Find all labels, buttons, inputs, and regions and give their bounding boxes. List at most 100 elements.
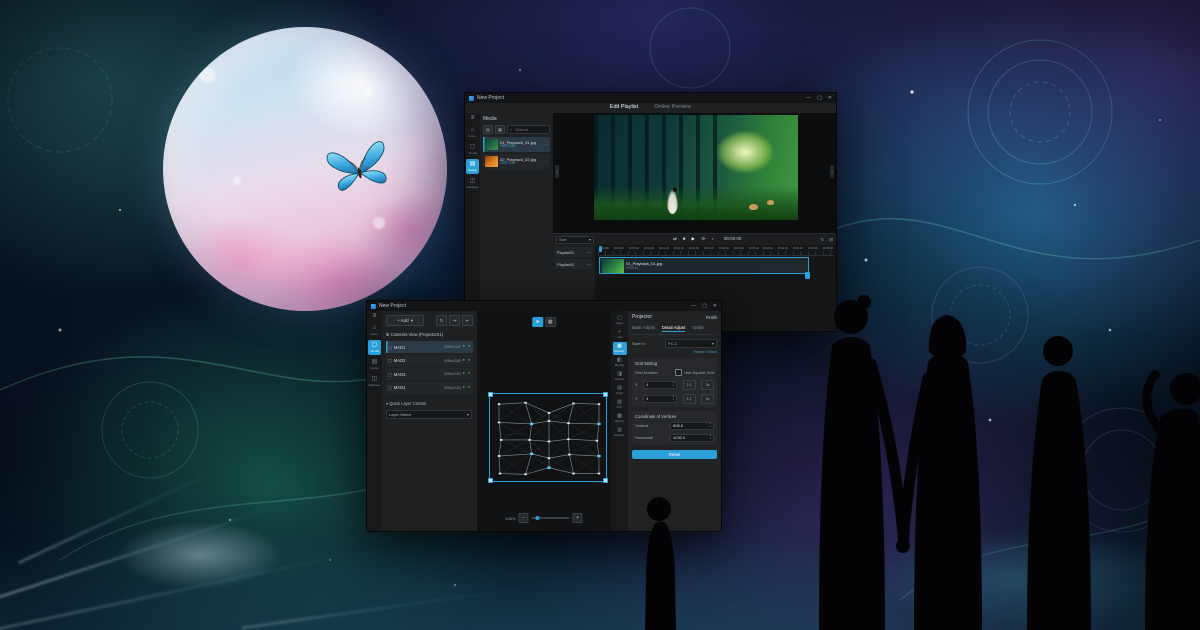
- tab-basic-adjust[interactable]: Basic Adjust: [632, 325, 655, 332]
- horizontal-input[interactable]: 4230.9 ▴▾: [670, 434, 714, 442]
- mesh-control-point[interactable]: [499, 473, 501, 475]
- mesh-control-point[interactable]: [548, 441, 550, 443]
- quick-layer-control[interactable]: ▾ Quick Layer Control: [386, 401, 473, 406]
- mesh-control-point[interactable]: [528, 439, 530, 441]
- search-input[interactable]: [513, 126, 547, 133]
- sidebar-item-on-site[interactable]: ▢On-site: [368, 340, 381, 355]
- tab-option[interactable]: Option: [692, 325, 704, 332]
- close-icon[interactable]: ✕: [713, 304, 717, 309]
- play-icon[interactable]: ▶: [691, 237, 694, 242]
- import-button[interactable]: ⇥: [449, 315, 460, 326]
- sidebar-item-home[interactable]: ⌂Home: [368, 323, 381, 338]
- titlebar[interactable]: New Project — ▢ ✕: [367, 301, 721, 311]
- spin-down-icon[interactable]: ▾: [710, 426, 711, 429]
- reset-button[interactable]: Reset: [632, 450, 717, 459]
- layer-row[interactable]: ▢MAD34096x2160● ●: [386, 368, 473, 380]
- media-search[interactable]: ⌕: [507, 125, 550, 134]
- more-icon[interactable]: ⋯: [587, 262, 591, 267]
- x-input[interactable]: 4 ▴▾: [643, 381, 677, 389]
- playlist-row[interactable]: Playlist01⋯: [555, 247, 593, 257]
- y-ratio-button[interactable]: 1:1: [683, 394, 696, 404]
- more-icon[interactable]: ⋯: [587, 250, 591, 255]
- next-icon[interactable]: ≫: [701, 237, 706, 242]
- props-rail-color[interactable]: ▨Color: [613, 398, 627, 411]
- x-mult-button[interactable]: 3x: [701, 380, 714, 390]
- mesh-control-point[interactable]: [548, 457, 550, 459]
- menu-icon[interactable]: ≡: [471, 115, 475, 121]
- minimize-icon[interactable]: —: [806, 96, 811, 101]
- mesh-control-point-selected[interactable]: [530, 453, 533, 455]
- x-ratio-button[interactable]: 1:1: [683, 380, 696, 390]
- warp-selection-rect[interactable]: [489, 393, 607, 482]
- export-button[interactable]: ⇤: [462, 315, 473, 326]
- media-item[interactable]: 01_Playback_01.jpg1920*1080⋯: [483, 137, 550, 152]
- spin-down-icon[interactable]: ▾: [710, 438, 711, 441]
- layer-row[interactable]: ▢MAD24096x2160● ●: [386, 355, 473, 367]
- zoom-in-button[interactable]: +: [573, 513, 583, 523]
- layer-row[interactable]: ▢MAD44096x2160● ●: [386, 382, 473, 394]
- spin-down-icon[interactable]: ▾: [673, 385, 674, 388]
- square-grid-checkbox[interactable]: [675, 369, 682, 376]
- loop-icon[interactable]: ⇄: [673, 237, 677, 242]
- maximize-icon[interactable]: ▢: [702, 304, 707, 309]
- mesh-control-point[interactable]: [596, 440, 598, 442]
- maximize-icon[interactable]: ▢: [817, 96, 822, 101]
- mesh-control-point[interactable]: [567, 422, 569, 424]
- save-in-dropdown[interactable]: PC-1 ▾: [665, 339, 717, 348]
- list-view-button[interactable]: ▤: [483, 125, 493, 134]
- refresh-button[interactable]: ↻: [436, 315, 447, 326]
- mesh-control-point[interactable]: [598, 473, 600, 475]
- trash-icon[interactable]: ⊟: [829, 237, 833, 243]
- mesh-control-point[interactable]: [524, 402, 526, 404]
- selection-handle[interactable]: [488, 478, 493, 483]
- playhead[interactable]: [599, 246, 602, 252]
- tab-edit-playlist[interactable]: Edit Playlist: [610, 105, 638, 111]
- sidebar-item-on-site[interactable]: ▢On-site: [466, 142, 479, 157]
- mesh-control-point[interactable]: [567, 438, 569, 440]
- more-icon[interactable]: ⋯: [543, 142, 548, 148]
- restore-default-link[interactable]: Restore Default: [632, 350, 717, 354]
- more-icon[interactable]: ⋯: [543, 159, 548, 165]
- timeline-clip[interactable]: 01_Playback_01.jpg 00:00:10: [599, 257, 809, 274]
- refresh-icon[interactable]: ↻: [820, 237, 824, 243]
- layer-select-dropdown[interactable]: Layer Select ▾: [386, 410, 472, 419]
- selection-handle[interactable]: [603, 478, 608, 483]
- layer-row[interactable]: ▢MAD14096x2160● ●: [386, 341, 473, 353]
- sidebar-item-replay[interactable]: ▤Replay: [368, 357, 381, 372]
- y-input[interactable]: 4 ▴▾: [643, 395, 677, 403]
- selection-handle[interactable]: [603, 392, 608, 397]
- sidebar-item-database[interactable]: ◫Database: [368, 374, 381, 389]
- props-rail-area[interactable]: +Area: [613, 328, 627, 341]
- props-rail-coloring[interactable]: ◨Coloring: [613, 370, 627, 383]
- finish-button[interactable]: Finish: [706, 315, 717, 320]
- mesh-control-point[interactable]: [598, 403, 600, 405]
- props-rail-hardware[interactable]: ▥Hardware: [613, 426, 627, 439]
- mesh-mode-button[interactable]: ▦: [545, 317, 556, 327]
- mesh-control-point-selected[interactable]: [530, 423, 533, 425]
- audio-icon[interactable]: ♪: [712, 237, 714, 242]
- mesh-control-point[interactable]: [548, 412, 550, 414]
- mesh-control-point[interactable]: [572, 473, 574, 475]
- mesh-control-point[interactable]: [498, 455, 500, 457]
- mesh-control-point[interactable]: [524, 473, 526, 475]
- stop-icon[interactable]: ■: [683, 237, 686, 242]
- playlist-row[interactable]: Playlist02⋯: [555, 259, 593, 269]
- zoom-slider-thumb[interactable]: [535, 516, 539, 520]
- titlebar[interactable]: New Project — ▢ ✕: [465, 93, 836, 103]
- collapse-right-handle[interactable]: ›: [830, 165, 834, 178]
- mesh-control-point[interactable]: [500, 439, 502, 441]
- mesh-control-point[interactable]: [498, 403, 500, 405]
- sidebar-item-replay[interactable]: ▤Replay: [466, 159, 479, 174]
- tab-online-preview[interactable]: Online Preview: [654, 105, 691, 111]
- mesh-control-point-selected[interactable]: [547, 467, 550, 469]
- tab-detail-adjust[interactable]: Detail Adjust: [662, 325, 685, 332]
- props-rail-geometry[interactable]: ▦Geometry: [613, 342, 627, 355]
- clip-resize-handle[interactable]: [805, 272, 810, 279]
- close-icon[interactable]: ✕: [828, 96, 832, 101]
- warp-mesh[interactable]: [498, 402, 600, 475]
- media-item[interactable]: 02_Playback_02.jpg1920*1080⋯: [483, 154, 550, 169]
- warp-canvas[interactable]: ➤ ▦ 100% − +: [477, 311, 611, 531]
- menu-icon[interactable]: ≡: [373, 313, 377, 319]
- minimize-icon[interactable]: —: [691, 304, 696, 309]
- props-rail-blending[interactable]: ◧Blending: [613, 356, 627, 369]
